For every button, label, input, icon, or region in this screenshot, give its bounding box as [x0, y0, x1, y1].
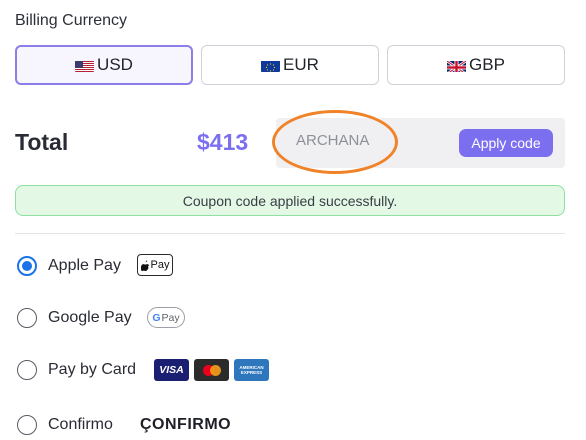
mastercard-orange-circle: [209, 364, 221, 376]
google-pay-badge-text: Pay: [161, 311, 180, 324]
payment-option-card[interactable]: Pay by Card VISA AMERICAN EXPRESS: [17, 358, 557, 382]
payment-label: Apple Pay: [48, 257, 121, 274]
payment-option-apple-pay[interactable]: Apple Pay Pay: [17, 254, 557, 278]
total-label: Total: [15, 129, 69, 155]
mastercard-icon: [194, 359, 229, 381]
google-g-icon: G: [152, 311, 161, 324]
confirmo-logo: ÇONFIRMO: [140, 416, 232, 433]
payment-label: Confirmo: [48, 416, 113, 433]
apple-logo-icon: [140, 260, 150, 271]
coupon-input[interactable]: [296, 132, 446, 149]
payment-option-confirmo[interactable]: Confirmo ÇONFIRMO: [17, 413, 557, 437]
currency-gbp-button[interactable]: GBP: [387, 45, 565, 85]
divider: [15, 233, 565, 234]
currency-label: GBP: [469, 55, 505, 74]
google-pay-radio[interactable]: [17, 308, 37, 328]
currency-eur-button[interactable]: EUR: [201, 45, 379, 85]
payment-label: Google Pay: [48, 309, 132, 326]
google-pay-badge: G Pay: [147, 307, 185, 328]
visa-card-icon: VISA: [154, 359, 189, 381]
section-title: Billing Currency: [15, 12, 128, 29]
confirmo-radio[interactable]: [17, 415, 37, 435]
success-message: Coupon code applied successfully.: [182, 192, 398, 209]
currency-selector: USD EUR GBP: [15, 45, 565, 85]
amex-card-icon: AMERICAN EXPRESS: [234, 359, 269, 381]
currency-label: USD: [97, 55, 133, 74]
apple-pay-badge: Pay: [137, 254, 173, 276]
amex-logo-text: AMERICAN EXPRESS: [239, 365, 264, 375]
apple-pay-radio[interactable]: [17, 256, 37, 276]
currency-label: EUR: [283, 55, 319, 74]
payment-option-google-pay[interactable]: Google Pay G Pay: [17, 306, 557, 330]
total-amount: $413: [197, 129, 249, 155]
card-radio[interactable]: [17, 360, 37, 380]
currency-usd-button[interactable]: USD: [15, 45, 193, 85]
apple-pay-badge-text: Pay: [150, 259, 170, 271]
coupon-success-banner: Coupon code applied successfully.: [15, 185, 565, 216]
visa-logo-text: VISA: [159, 364, 184, 376]
coupon-box: Apply code: [276, 118, 565, 168]
eu-flag-icon: [261, 59, 281, 72]
apply-code-button[interactable]: Apply code: [459, 129, 553, 157]
payment-label: Pay by Card: [48, 361, 137, 378]
uk-flag-icon: [447, 59, 467, 72]
us-flag-icon: [75, 59, 95, 72]
